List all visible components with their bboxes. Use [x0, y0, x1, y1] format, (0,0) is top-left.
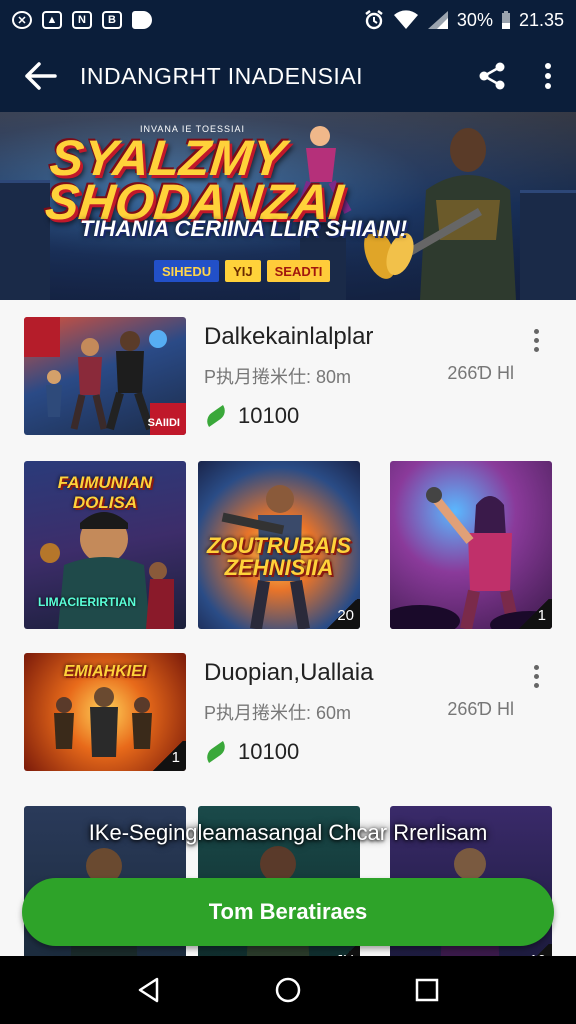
alarm-icon: [365, 10, 383, 30]
status-bar: ✕ ▲ N B 30% 21.35: [0, 0, 576, 40]
banner-chip: SIHEDU: [154, 260, 220, 282]
item-size: 266Ɗ Hl: [447, 699, 514, 719]
art-subtitle: LIMACIERIRTIAN: [38, 595, 136, 609]
item-meta: P执月捲米仕: 80m: [204, 367, 352, 387]
item-thumbnail[interactable]: SAIIDI: [24, 317, 186, 435]
banner-tagline: TIHANIA CERIINA LLIR SHIAIN!: [80, 216, 408, 241]
item-price: 10100: [203, 739, 300, 765]
overlay-caption: IKe-Segingleamasangal Chcar Rrerlisam: [88, 820, 488, 845]
nav-back-button[interactable]: [121, 962, 177, 1018]
tag-icon: [132, 11, 152, 29]
nav-recents-button[interactable]: [399, 962, 455, 1018]
item-price-value: 10100: [238, 739, 300, 764]
wifi-icon: [393, 10, 418, 29]
app-bar: INDANGRHT INADENSIAI: [0, 40, 576, 112]
banner-chip: SEADTI: [266, 260, 331, 282]
battery-icon: [501, 11, 510, 29]
signal-icon: [427, 11, 448, 29]
overflow-menu-button[interactable]: [520, 40, 576, 112]
item-thumbnail[interactable]: EMIAHKIEI 1: [24, 653, 186, 771]
count-badge: 20: [324, 599, 360, 629]
grid-thumbnail[interactable]: 1: [390, 461, 552, 629]
banner-chips: SIHEDU YIJ SEADTI: [154, 260, 331, 282]
share-button[interactable]: [464, 40, 520, 112]
primary-cta-button[interactable]: Tom Beratiraes: [22, 878, 554, 946]
nav-home-button[interactable]: [260, 962, 316, 1018]
thumb-caption: SAIIDI: [147, 417, 180, 429]
app-n-icon: N: [72, 11, 92, 29]
item-price-value: 10100: [238, 403, 300, 428]
arrow-back-icon: [25, 62, 57, 90]
art-title: ZOUTRUBAIS ZEHNISIIA: [206, 533, 352, 580]
item-title[interactable]: Duopian,Uallaia: [204, 659, 373, 687]
grid-thumbnail[interactable]: FAIMUNIAN DOLISA LIMACIERIRTIAN: [24, 461, 186, 629]
count-badge: 1: [150, 741, 186, 771]
item-more-button[interactable]: [524, 661, 548, 691]
promo-banner[interactable]: INVANA IE TOESSIAI SYALZMY SHODANZAI TIH…: [0, 112, 576, 300]
more-vert-icon: [545, 63, 551, 89]
close-app-icon: ✕: [12, 11, 32, 29]
item-size: 266Ɗ Hl: [447, 363, 514, 383]
count-badge: 1: [516, 599, 552, 629]
system-nav-bar: [0, 956, 576, 1024]
item-title[interactable]: Dalkekainlalplar: [204, 323, 373, 351]
art-title: EMIAHKIEI: [63, 663, 147, 680]
item-meta: P执月捲米仕: 60m: [204, 703, 352, 723]
banner-title: SYALZMY SHODANZAI: [43, 130, 349, 230]
content-list[interactable]: SAIIDI Dalkekainlalplar P执月捲米仕: 80m 266Ɗ…: [0, 300, 576, 956]
notification-icons: ✕ ▲ N B: [12, 11, 152, 29]
triangle-back-icon: [139, 977, 159, 1003]
leaf-icon: [203, 405, 229, 427]
item-more-button[interactable]: [524, 325, 548, 355]
square-recents-icon: [415, 978, 438, 1002]
battery-level: 30%: [456, 9, 493, 30]
leaf-icon: [203, 741, 229, 763]
art-title: FAIMUNIAN DOLISA: [57, 473, 153, 512]
share-icon: [479, 62, 505, 90]
clock: 21.35: [518, 9, 564, 30]
page-title: INDANGRHT INADENSIAI: [80, 62, 364, 89]
app-b-icon: B: [102, 11, 122, 29]
banner-building: [0, 180, 50, 300]
list-item[interactable]: EMIAHKIEI 1 Duopian,Uallaia P执月捲米仕: 60m …: [24, 653, 552, 773]
item-price: 10100: [203, 403, 300, 429]
image-icon: ▲: [42, 11, 62, 29]
back-button[interactable]: [0, 40, 80, 112]
grid-thumbnail[interactable]: ZOUTRUBAIS ZEHNISIIA 20: [198, 461, 360, 629]
banner-chip: YIJ: [225, 260, 261, 282]
list-item[interactable]: SAIIDI Dalkekainlalplar P执月捲米仕: 80m 266Ɗ…: [24, 317, 552, 437]
circle-home-icon: [275, 977, 301, 1003]
grid-row: FAIMUNIAN DOLISA LIMACIERIRTIAN ZOUTRUBA…: [24, 461, 554, 629]
